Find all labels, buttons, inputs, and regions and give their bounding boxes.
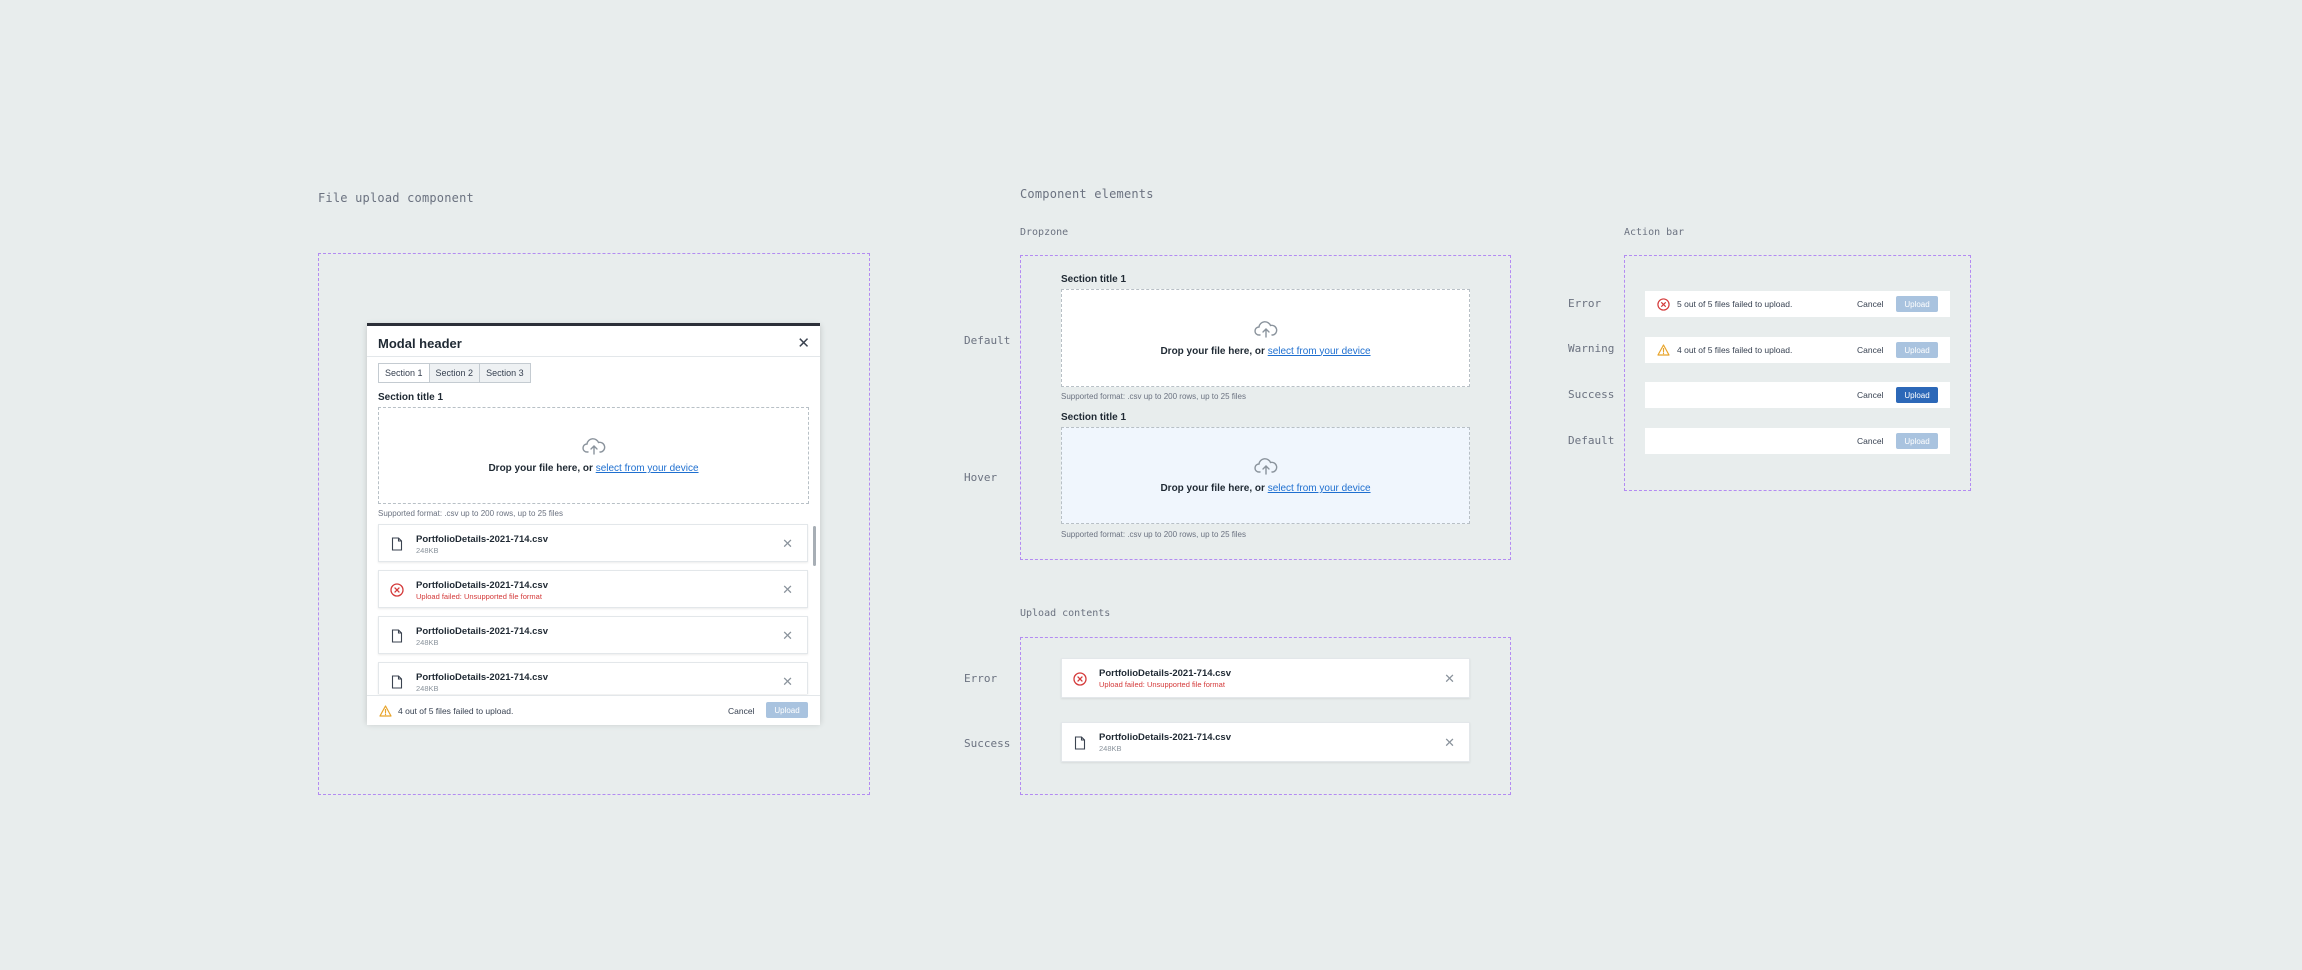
upload-contents-subtitle: Upload contents [1020, 608, 1111, 619]
section-title: Section title 1 [378, 392, 444, 403]
error-icon [1073, 672, 1087, 686]
upload-contents-success-label: Success [964, 737, 1011, 750]
dropzone-hover-label: Hover [964, 471, 998, 484]
dropzone-hover[interactable]: Drop your file here, or select from your… [1061, 427, 1470, 524]
section-tabs: Section 1 Section 2 Section 3 [378, 363, 531, 383]
file-error-message: Upload failed: Unsupported file format [1099, 680, 1225, 689]
modal-action-bar: 4 out of 5 files failed to upload. Cance… [367, 695, 820, 725]
modal-dropzone[interactable]: Drop your file here, or select from your… [378, 407, 809, 504]
actionbar-default-label: Default [1568, 434, 1615, 447]
action-bar-default: Cancel Upload [1645, 428, 1950, 454]
file-size: 248KB [1099, 744, 1122, 753]
file-icon [391, 675, 403, 689]
error-icon [390, 583, 404, 597]
file-name: PortfolioDetails-2021-714.csv [416, 534, 549, 545]
select-from-device-link[interactable]: select from your device [596, 463, 699, 474]
file-icon [391, 537, 403, 551]
supported-format-hint: Supported format: .csv up to 200 rows, u… [378, 509, 563, 518]
select-from-device-link[interactable]: select from your device [1268, 346, 1371, 357]
close-icon[interactable]: ✕ [797, 336, 810, 351]
file-upload-component-title: File upload component [318, 191, 474, 205]
upload-button[interactable]: Upload [766, 702, 808, 718]
action-bar-message: 4 out of 5 files failed to upload. [1677, 345, 1793, 355]
action-bar-success: Cancel Upload [1645, 382, 1950, 408]
remove-file-icon[interactable]: ✕ [782, 582, 793, 598]
dropzone-text: Drop your file here, or select from your… [1160, 345, 1371, 357]
file-upload-modal: Modal header ✕ Section 1 Section 2 Secti… [367, 323, 820, 725]
dropzone-subtitle: Dropzone [1020, 227, 1069, 238]
remove-file-icon[interactable]: ✕ [782, 674, 793, 690]
file-error-message: Upload failed: Unsupported file format [416, 592, 542, 601]
supported-format-hint: Supported format: .csv up to 200 rows, u… [1061, 392, 1246, 401]
upload-contents-error-label: Error [964, 672, 998, 685]
cloud-upload-icon [1253, 320, 1277, 338]
dropzone-text: Drop your file here, or select from your… [1160, 483, 1371, 494]
actionbar-success-label: Success [1568, 388, 1615, 401]
upload-item-success: PortfolioDetails-2021-714.csv 248KB ✕ [1061, 722, 1470, 762]
supported-format-hint: Supported format: .csv up to 200 rows, u… [1061, 530, 1246, 539]
actionbar-warning-label: Warning [1568, 342, 1615, 355]
cancel-button[interactable]: Cancel [728, 706, 754, 716]
remove-file-icon[interactable]: ✕ [782, 536, 793, 552]
component-elements-title: Component elements [1020, 187, 1154, 201]
actionbar-error-label: Error [1568, 297, 1602, 310]
dropzone-default-section-title: Section title 1 [1061, 274, 1127, 285]
file-name: PortfolioDetails-2021-714.csv [416, 672, 549, 683]
file-name: PortfolioDetails-2021-714.csv [1099, 732, 1232, 743]
remove-file-icon[interactable]: ✕ [782, 628, 793, 644]
dropzone-default-label: Default [964, 334, 1011, 347]
file-icon [391, 629, 403, 643]
warning-icon [1657, 344, 1670, 356]
file-list-item: PortfolioDetails-2021-714.csv 248KB ✕ [378, 616, 808, 654]
upload-button[interactable]: Upload [1896, 296, 1938, 312]
cancel-button[interactable]: Cancel [1857, 436, 1883, 446]
cloud-upload-icon [1253, 458, 1277, 475]
cancel-button[interactable]: Cancel [1857, 345, 1883, 355]
upload-item-error: PortfolioDetails-2021-714.csv Upload fai… [1061, 658, 1470, 698]
dropzone-text: Drop your file here, or select from your… [488, 463, 699, 474]
tab-section-1[interactable]: Section 1 [378, 363, 430, 383]
file-name: PortfolioDetails-2021-714.csv [1099, 668, 1232, 679]
cancel-button[interactable]: Cancel [1857, 390, 1883, 400]
file-list-item: PortfolioDetails-2021-714.csv 248KB ✕ [378, 662, 808, 694]
remove-file-icon[interactable]: ✕ [1444, 671, 1455, 687]
action-bar-error: 5 out of 5 files failed to upload. Cance… [1645, 291, 1950, 317]
file-icon [1074, 736, 1086, 750]
file-name: PortfolioDetails-2021-714.csv [416, 626, 549, 637]
upload-button[interactable]: Upload [1896, 342, 1938, 358]
select-from-device-link[interactable]: select from your device [1268, 483, 1371, 494]
remove-file-icon[interactable]: ✕ [1444, 735, 1455, 751]
cloud-upload-icon [581, 438, 605, 455]
file-size: 248KB [416, 684, 439, 693]
file-size: 248KB [416, 546, 439, 555]
file-list-item-error: PortfolioDetails-2021-714.csv Upload fai… [378, 570, 808, 608]
action-bar-message: 5 out of 5 files failed to upload. [1677, 299, 1793, 309]
header-divider [367, 356, 820, 357]
warning-icon [379, 705, 392, 717]
modal-header: Modal header [378, 336, 462, 351]
tab-section-3[interactable]: Section 3 [480, 363, 531, 383]
action-bar-warning: 4 out of 5 files failed to upload. Cance… [1645, 337, 1950, 363]
dropzone-hover-section-title: Section title 1 [1061, 412, 1127, 423]
action-bar-subtitle: Action bar [1624, 227, 1685, 238]
upload-button[interactable]: Upload [1896, 433, 1938, 449]
cancel-button[interactable]: Cancel [1857, 299, 1883, 309]
file-list-item: PortfolioDetails-2021-714.csv 248KB ✕ [378, 524, 808, 562]
file-list-scrollbar[interactable] [813, 526, 816, 566]
file-name: PortfolioDetails-2021-714.csv [416, 580, 549, 591]
file-size: 248KB [416, 638, 439, 647]
upload-button[interactable]: Upload [1896, 387, 1938, 403]
action-bar-message: 4 out of 5 files failed to upload. [398, 706, 514, 716]
dropzone-default[interactable]: Drop your file here, or select from your… [1061, 289, 1470, 387]
error-icon [1657, 298, 1670, 311]
tab-section-2[interactable]: Section 2 [429, 363, 481, 383]
